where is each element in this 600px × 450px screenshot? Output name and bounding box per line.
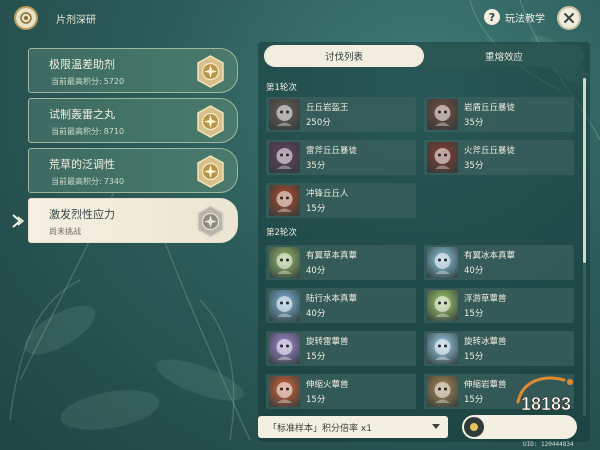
- multiplier-dropdown[interactable]: 「标准样本」积分倍率 x1: [258, 416, 448, 438]
- watermark-text: 18183: [521, 394, 571, 414]
- fungus-icon: [269, 247, 300, 278]
- challenge-item-1[interactable]: 极限温差助剂 当前最高积分: 5720: [28, 48, 238, 93]
- enemy-points: 15分: [464, 309, 484, 319]
- uid-label: UID: 120444834: [523, 441, 574, 448]
- scrollbar-thumb[interactable]: [583, 78, 586, 263]
- enemy-points: 35分: [306, 161, 326, 171]
- fungus-icon: [269, 333, 300, 364]
- help-label: 玩法教学: [505, 13, 545, 25]
- selection-arrow-icon: [12, 214, 25, 228]
- enemy-name: 有翼草本真蕈: [306, 251, 358, 261]
- chevron-down-icon: [432, 424, 440, 429]
- enemy-card[interactable]: 旋转冰蕈兽 15分: [424, 331, 574, 366]
- question-icon: ?: [484, 9, 500, 25]
- start-challenge-button[interactable]: [462, 415, 577, 439]
- fungus-icon: [427, 290, 458, 321]
- fungus-icon: [427, 333, 458, 364]
- score-value: 8710: [103, 127, 125, 136]
- enemy-points: 250分: [306, 118, 331, 128]
- enemy-name: 岩盾丘丘暴徒: [464, 103, 516, 113]
- challenge-score: 当前最高积分: 5720: [49, 76, 124, 87]
- page-title: 片剂深研: [56, 15, 96, 26]
- enemy-name: 有翼冰本真蕈: [464, 251, 516, 261]
- fungus-icon: [427, 247, 458, 278]
- enemy-name: 雷斧丘丘暴徒: [306, 146, 358, 156]
- challenge-title: 荒草的泛调性: [49, 158, 115, 171]
- top-bar: 片剂深研 ? 玩法教学: [0, 0, 600, 36]
- challenge-item-4[interactable]: 激发烈性应力 尚未挑战: [12, 198, 238, 243]
- enemy-card[interactable]: 冲锋丘丘人 15分: [266, 183, 416, 218]
- enemy-card[interactable]: 有翼草本真蕈 40分: [266, 245, 416, 280]
- enemy-points: 35分: [464, 118, 484, 128]
- enemy-points: 40分: [306, 309, 326, 319]
- enemy-card[interactable]: 雷斧丘丘暴徒 35分: [266, 140, 416, 175]
- mitachurl-icon: [269, 142, 300, 173]
- gold-medal-icon: [197, 155, 224, 188]
- enemy-card[interactable]: 浮游草蕈兽 15分: [424, 288, 574, 323]
- score-value: 5720: [103, 77, 125, 86]
- score-label: 当前最高积分:: [51, 127, 102, 136]
- enemy-name: 冲锋丘丘人: [306, 189, 349, 199]
- enemy-name: 旋转冰蕈兽: [464, 337, 507, 347]
- enemy-card[interactable]: 火斧丘丘暴徒 35分: [424, 140, 574, 175]
- help-button[interactable]: ? 玩法教学: [484, 9, 545, 25]
- gold-medal-icon: [197, 55, 224, 88]
- enemy-card[interactable]: 伸缩火蕈兽 15分: [266, 374, 416, 409]
- enemy-name: 陆行水本真蕈: [306, 294, 358, 304]
- enemy-name: 浮游草蕈兽: [464, 294, 507, 304]
- enemy-card[interactable]: 陆行水本真蕈 40分: [266, 288, 416, 323]
- fungus-icon: [269, 290, 300, 321]
- enemy-card[interactable]: 岩盾丘丘暴徒 35分: [424, 97, 574, 132]
- enemy-name: 伸缩岩蕈兽: [464, 380, 507, 390]
- event-emblem-icon: [14, 6, 38, 30]
- tab-remelt-effect[interactable]: 重熔效应: [424, 45, 584, 67]
- score-label: 当前最高积分:: [51, 177, 102, 186]
- challenge-title: 激发烈性应力: [49, 208, 115, 221]
- enemy-points: 15分: [464, 352, 484, 362]
- close-button[interactable]: [557, 6, 581, 30]
- watermark-logo: 18183: [516, 376, 573, 414]
- enemy-name: 火斧丘丘暴徒: [464, 146, 516, 156]
- enemy-points: 15分: [306, 352, 326, 362]
- fungus-icon: [269, 376, 300, 407]
- challenge-title: 极限温差助剂: [49, 58, 115, 71]
- challenge-score: 当前最高积分: 8710: [49, 126, 124, 137]
- enemy-points: 40分: [306, 266, 326, 276]
- mitachurl-icon: [427, 99, 458, 130]
- multiplier-value: 「标准样本」积分倍率 x1: [268, 423, 372, 434]
- score-value: 7340: [103, 177, 125, 186]
- challenge-item-3[interactable]: 荒草的泛调性 当前最高积分: 7340: [28, 148, 238, 193]
- enemy-points: 40分: [464, 266, 484, 276]
- enemy-points: 35分: [464, 161, 484, 171]
- enemy-points: 15分: [464, 395, 484, 405]
- enemy-name: 旋转雷蕈兽: [306, 337, 349, 347]
- challenge-score: 当前最高积分: 7340: [49, 176, 124, 187]
- gold-medal-icon: [197, 105, 224, 138]
- enemy-points: 15分: [306, 204, 326, 214]
- enemy-card[interactable]: 丘丘岩盔王 250分: [266, 97, 416, 132]
- round-1-label: 第1轮次: [266, 83, 297, 93]
- challenge-title: 试制轰雷之丸: [49, 108, 115, 121]
- challenge-item-2[interactable]: 试制轰雷之丸 当前最高积分: 8710: [28, 98, 238, 143]
- enemy-card[interactable]: 有翼冰本真蕈 40分: [424, 245, 574, 280]
- close-icon: [564, 13, 574, 23]
- tab-bar: 讨伐列表 重熔效应: [264, 45, 584, 67]
- enemy-card[interactable]: 旋转雷蕈兽 15分: [266, 331, 416, 366]
- mitachurl-icon: [427, 142, 458, 173]
- enemy-name: 丘丘岩盔王: [306, 103, 349, 113]
- challenge-list: 极限温差助剂 当前最高积分: 5720 试制轰雷之丸 当前最高积分: 8710 荒草…: [12, 48, 238, 248]
- tab-enemy-list[interactable]: 讨伐列表: [264, 45, 424, 67]
- grey-medal-icon: [197, 205, 224, 238]
- hilichurl-king-icon: [269, 99, 300, 130]
- hilichurl-icon: [269, 185, 300, 216]
- start-icon: [464, 417, 484, 437]
- score-label: 当前最高积分:: [51, 77, 102, 86]
- challenge-status: 尚未挑战: [49, 227, 81, 236]
- enemy-points: 15分: [306, 395, 326, 405]
- round-2-label: 第2轮次: [266, 228, 297, 238]
- enemy-name: 伸缩火蕈兽: [306, 380, 349, 390]
- fungus-icon: [427, 376, 458, 407]
